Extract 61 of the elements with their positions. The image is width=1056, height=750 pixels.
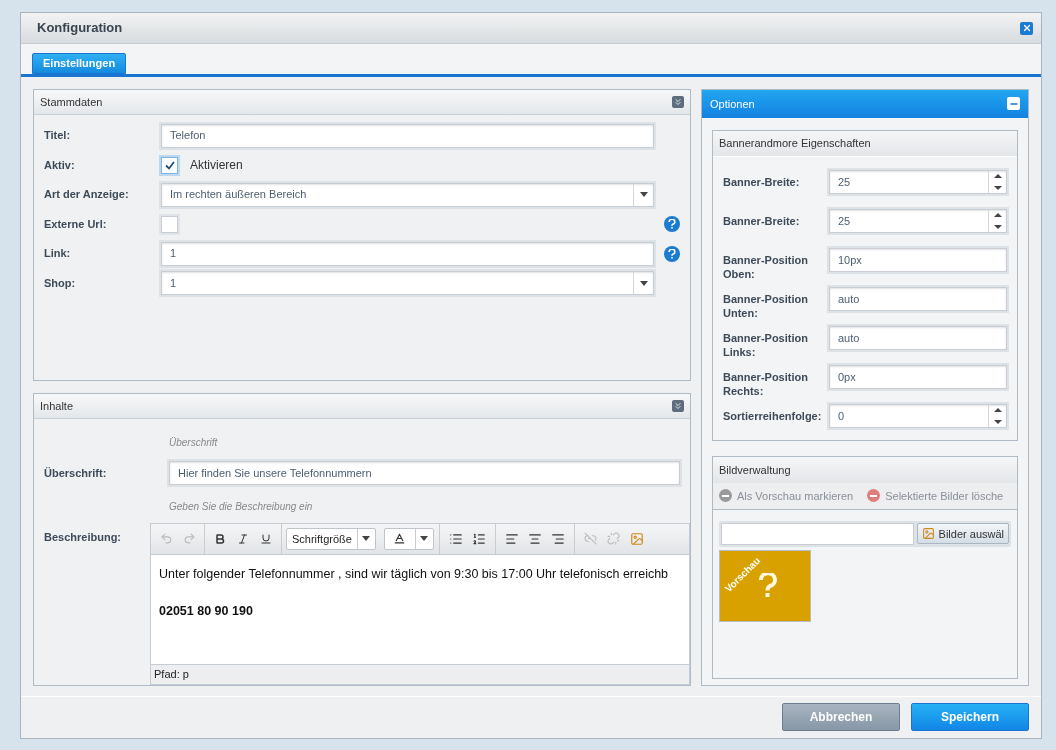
field-hint: Überschrift [169,436,218,448]
editor-path: Pfad: p [154,667,189,683]
field-label: Externe Url: [43,216,108,232]
question-mark-icon [759,572,777,599]
image-icon [921,527,935,541]
field-hint: Geben Sie die Beschreibung ein [169,500,313,512]
spinner-field[interactable]: 25 [829,169,1007,194]
font-size-select[interactable]: Schriftgröße [286,527,376,550]
text-field[interactable]: auto [829,325,1007,350]
close-icon[interactable] [1020,21,1033,35]
checkbox[interactable] [161,215,178,233]
spinner-field[interactable]: 25 [829,208,1007,233]
panel-title: Optionen [710,96,755,112]
panel-title: Bildverwaltung [719,462,791,478]
text-field[interactable]: 10px [829,247,1007,272]
panel-title: Stammdaten [40,94,103,110]
field-label: Titel: [43,128,72,144]
field-label: Banner-Position Oben: [722,252,809,281]
select-images-button[interactable]: Bilder auswäl [916,523,1009,545]
field-label: Art der Anzeige: [43,187,130,203]
text-field[interactable]: 1 [161,241,654,266]
field-label: Shop: [43,275,77,291]
rich-text-editor[interactable]: Schriftgröße Unter folgender Telefonnummer , sind wir täglich von 9:30 bis 17:00 Uhr telefonisch erreichb 02051 80 90 190 Pfad: p [150,522,690,685]
select-field[interactable]: 1 [161,271,654,296]
field-label: Banner-Position Rechts: [722,369,809,398]
spinner-field[interactable]: 0 [829,403,1007,428]
caret-icon [639,192,648,198]
checkbox[interactable] [161,156,178,174]
field-label: Aktiv: [43,157,76,173]
collapse-icon[interactable] [1007,97,1020,111]
text-color-icon [393,532,407,546]
editor-paragraph: Unter folgender Telefonnummer , sind wir täglich von 9:30 bis 17:00 Uhr telefonisch erreichb [159,565,670,583]
text-color-select[interactable] [383,527,434,550]
file-field[interactable] [721,522,914,545]
minus-icon [867,489,881,503]
caret-icon [420,536,429,542]
text-field[interactable]: auto [829,286,1007,311]
field-label: Link: [43,246,72,262]
help-icon[interactable] [664,245,680,262]
select-field[interactable]: Im rechten äußeren Bereich [161,182,654,207]
field-label: Überschrift: [43,465,108,481]
field-label: Banner-Breite: [722,174,801,189]
editor-paragraph: 02051 80 90 190 [159,602,254,620]
collapse-icon[interactable] [672,95,684,108]
text-field[interactable]: Hier finden Sie unsere Telefonnummern [169,460,680,485]
field-label: Sortierreihenfolge: [722,408,823,423]
caret-icon [362,536,371,542]
text-field[interactable]: Telefon [161,123,654,148]
check-icon [164,160,175,170]
help-icon[interactable] [664,216,680,233]
checkbox-label: Aktivieren [190,157,243,175]
text-field[interactable]: 0px [829,364,1007,389]
panel-title: Bannerandmore Eigenschaften [719,136,871,152]
window-title: Konfiguration [37,19,123,38]
field-label: Beschreibung: [43,529,122,545]
caret-icon [639,280,648,286]
field-label: Banner-Breite: [722,213,801,228]
field-label: Banner-Position Links: [722,330,809,359]
collapse-icon[interactable] [672,399,684,412]
field-label: Banner-Position Unten: [722,291,809,320]
panel-title: Inhalte [40,398,74,414]
